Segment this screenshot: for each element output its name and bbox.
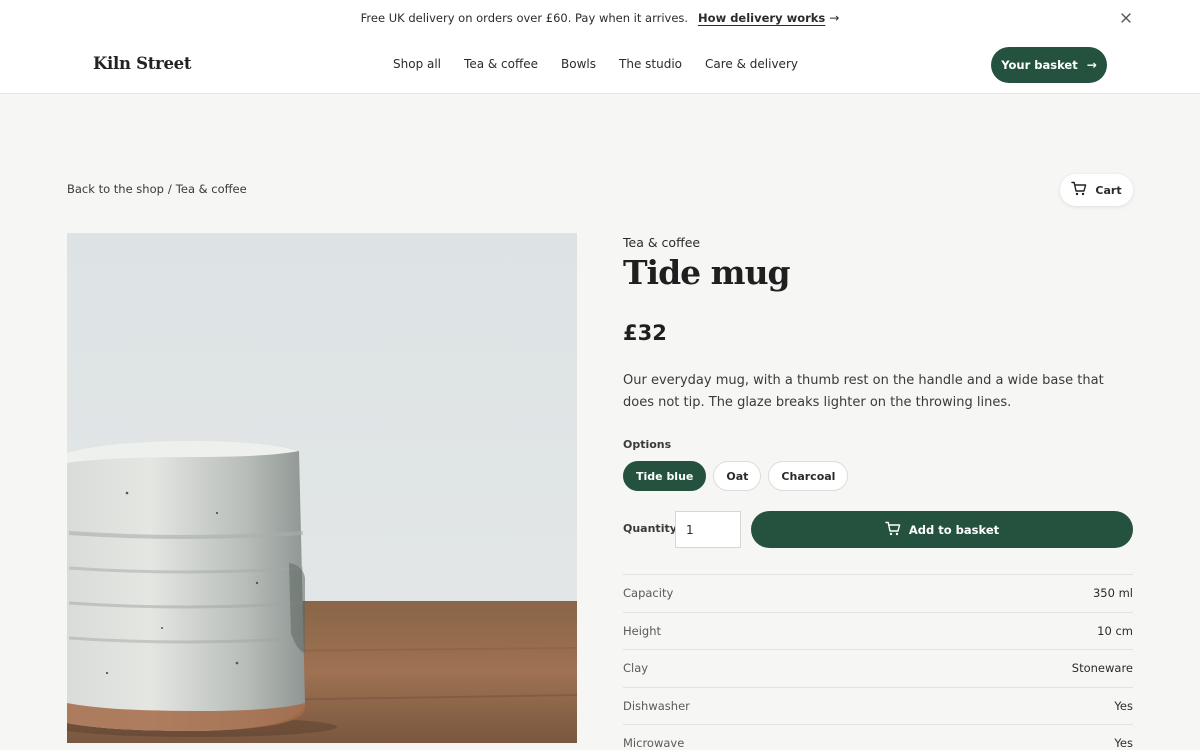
spec-value: Yes [1114,736,1133,750]
product-price: £32 [623,321,667,345]
options-label: Options [623,438,672,451]
spec-key: Capacity [623,586,674,601]
spec-key: Microwave [623,736,685,750]
breadcrumb: Back to the shop / Tea & coffee [67,182,247,196]
add-to-basket-button[interactable]: Add to basket [751,511,1133,548]
quantity-input[interactable] [675,511,741,548]
breadcrumb-separator: / [167,182,172,196]
nav-item-bowls[interactable]: Bowls [561,57,596,71]
main-nav: Shop all Tea & coffee Bowls The studio C… [393,57,821,71]
nav-item-tea-coffee[interactable]: Tea & coffee [464,57,538,71]
arrow-right-icon: → [1086,58,1097,72]
announcement-bar: Free UK delivery on orders over £60. Pay… [0,0,1200,36]
quantity-label: Quantity [623,522,677,535]
option-oat[interactable]: Oat [713,461,762,491]
breadcrumb-back-link[interactable]: Back to the shop [67,182,164,196]
spec-key: Dishwasher [623,698,690,713]
cart-label: Cart [1095,183,1122,197]
spec-row: Microwave Yes [623,725,1133,750]
nav-item-shop-all[interactable]: Shop all [393,57,441,71]
nav-item-studio[interactable]: The studio [619,57,682,71]
spec-row: Height 10 cm [623,613,1133,650]
site-header: Kiln Street Shop all Tea & coffee Bowls … [0,36,1200,94]
cart-button[interactable]: Cart [1060,174,1133,206]
cart-icon [885,521,901,539]
your-basket-button[interactable]: Your basket → [991,47,1107,83]
spec-key: Height [623,623,662,638]
spec-key: Clay [623,661,649,676]
add-to-basket-label: Add to basket [908,522,1000,537]
product-photo [67,233,577,743]
option-charcoal[interactable]: Charcoal [768,461,849,491]
delivery-info-link-label: How delivery works [698,11,826,25]
site-logo[interactable]: Kiln Street [93,54,191,73]
product-category[interactable]: Tea & coffee [623,235,700,250]
product-title: Tide mug [623,253,791,292]
delivery-info-link[interactable]: How delivery works [698,11,825,25]
breadcrumb-current[interactable]: Tea & coffee [176,182,247,196]
nav-item-care-delivery[interactable]: Care & delivery [705,57,798,71]
spec-value: Yes [1114,698,1133,713]
specs-table: Capacity 350 ml Height 10 cm Clay Stonew… [623,574,1133,750]
announcement-message: Free UK delivery on orders over £60. Pay… [360,11,689,25]
cart-icon [1071,181,1087,199]
product-description: Our everyday mug, with a thumb rest on t… [623,373,1104,410]
spec-row: Capacity 350 ml [623,575,1133,613]
your-basket-label: Your basket [1001,58,1078,72]
spec-value: 350 ml [1092,586,1133,601]
close-icon[interactable] [1118,10,1134,26]
spec-row: Clay Stoneware [623,650,1133,688]
option-group: Tide blue Oat Charcoal [623,461,849,491]
arrow-right-icon: → [829,11,840,25]
spec-row: Dishwasher Yes [623,688,1133,725]
option-tide-blue[interactable]: Tide blue [623,461,707,491]
spec-value: Stoneware [1071,661,1133,676]
spec-value: 10 cm [1097,623,1133,638]
